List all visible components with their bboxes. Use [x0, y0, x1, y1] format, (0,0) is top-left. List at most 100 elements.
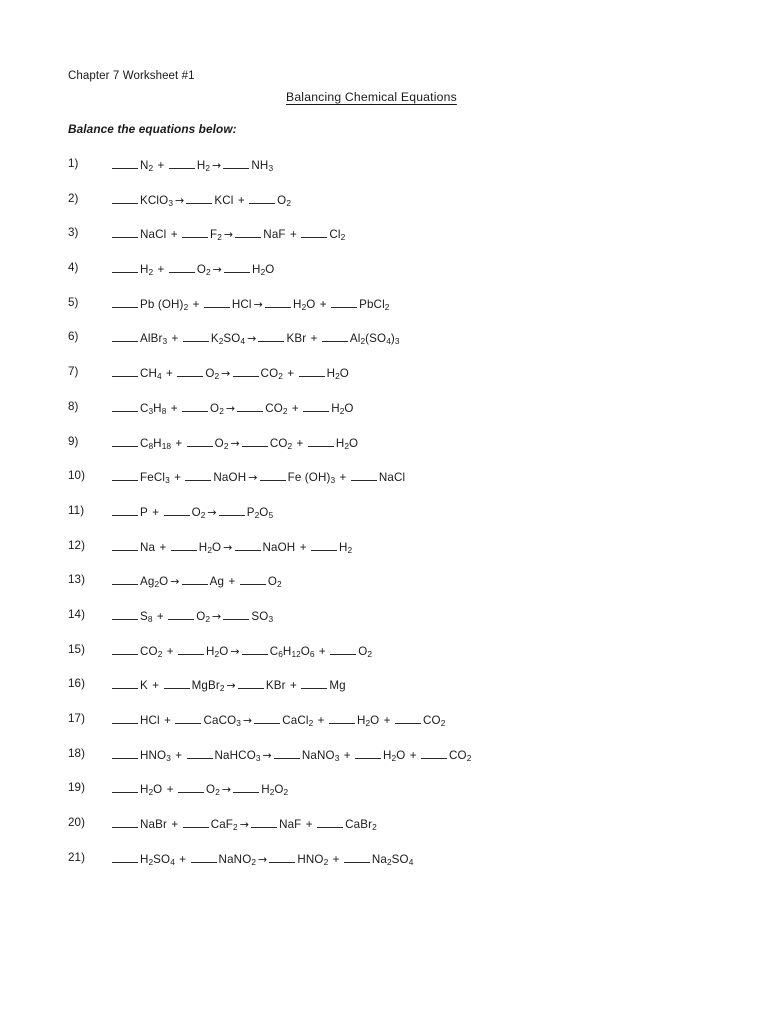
equation-number: 11): [68, 503, 85, 517]
coefficient-blank[interactable]: [112, 851, 138, 863]
coefficient-blank[interactable]: [112, 539, 138, 551]
coefficient-blank[interactable]: [181, 573, 208, 586]
coefficient-blank[interactable]: [223, 157, 250, 169]
formula-AlBr3: AlBr3: [140, 332, 168, 347]
coefficient-blank[interactable]: [112, 261, 138, 274]
coefficient-blank[interactable]: [237, 400, 264, 412]
coefficient-blank[interactable]: [182, 330, 209, 343]
coefficient-blank[interactable]: [168, 157, 195, 169]
coefficient-blank[interactable]: [251, 816, 278, 829]
plus-sign: +: [175, 852, 190, 866]
coefficient-blank[interactable]: [170, 539, 197, 551]
coefficient-blank[interactable]: [343, 851, 370, 863]
coefficient-blank[interactable]: [394, 712, 421, 724]
coefficient-blank[interactable]: [237, 677, 264, 690]
coefficient-blank[interactable]: [112, 781, 138, 794]
coefficient-blank[interactable]: [112, 608, 138, 620]
coefficient-blank[interactable]: [298, 365, 325, 378]
coefficient-blank[interactable]: [112, 712, 138, 724]
coefficient-blank[interactable]: [239, 573, 266, 586]
coefficient-blank[interactable]: [355, 747, 382, 759]
coefficient-blank[interactable]: [182, 816, 209, 829]
reaction-arrow-icon: →: [247, 332, 257, 346]
formula-NaBr: NaBr: [140, 818, 168, 832]
formula-HCl: HCl: [231, 297, 252, 311]
coefficient-blank[interactable]: [421, 747, 448, 759]
coefficient-blank[interactable]: [186, 747, 213, 759]
coefficient-blank[interactable]: [232, 365, 259, 378]
coefficient-blank[interactable]: [178, 781, 205, 794]
coefficient-blank[interactable]: [182, 226, 209, 239]
coefficient-blank[interactable]: [182, 400, 209, 412]
coefficient-blank[interactable]: [112, 816, 138, 829]
formula-NaCl: NaCl: [140, 228, 167, 242]
coefficient-blank[interactable]: [186, 435, 213, 447]
coefficient-blank[interactable]: [350, 469, 377, 482]
equation-number: 16): [68, 677, 86, 691]
coefficient-blank[interactable]: [224, 261, 251, 274]
coefficient-blank[interactable]: [241, 435, 268, 447]
plus-sign: +: [171, 436, 186, 450]
coefficient-blank[interactable]: [301, 226, 328, 239]
coefficient-blank[interactable]: [254, 712, 281, 724]
coefficient-blank[interactable]: [259, 469, 286, 482]
coefficient-blank[interactable]: [186, 192, 213, 204]
subscript: 2: [200, 509, 206, 520]
subscript: 2: [372, 822, 377, 833]
subscript: 4: [170, 856, 175, 867]
subscript: 2: [335, 371, 340, 382]
coefficient-blank[interactable]: [311, 539, 337, 551]
coefficient-blank[interactable]: [112, 296, 138, 308]
coefficient-blank[interactable]: [112, 435, 138, 447]
coefficient-blank[interactable]: [112, 643, 138, 655]
coefficient-blank[interactable]: [112, 504, 138, 516]
coefficient-blank[interactable]: [112, 469, 138, 482]
coefficient-blank[interactable]: [223, 608, 250, 620]
coefficient-blank[interactable]: [168, 261, 195, 274]
coefficient-blank[interactable]: [321, 330, 348, 343]
coefficient-blank[interactable]: [235, 226, 262, 239]
coefficient-blank[interactable]: [265, 296, 292, 308]
coefficient-blank[interactable]: [203, 296, 230, 308]
coefficient-blank[interactable]: [112, 573, 138, 586]
coefficient-blank[interactable]: [112, 365, 138, 378]
coefficient-blank[interactable]: [273, 747, 300, 759]
coefficient-blank[interactable]: [178, 643, 205, 655]
coefficient-blank[interactable]: [307, 435, 334, 447]
coefficient-blank[interactable]: [163, 504, 190, 516]
coefficient-blank[interactable]: [249, 192, 276, 204]
coefficient-blank[interactable]: [177, 365, 204, 378]
coefficient-blank[interactable]: [175, 712, 202, 724]
coefficient-blank[interactable]: [112, 192, 138, 204]
coefficient-blank[interactable]: [112, 677, 138, 690]
subscript: 2: [283, 787, 289, 798]
coefficient-blank[interactable]: [328, 712, 355, 724]
coefficient-blank[interactable]: [163, 677, 190, 690]
coefficient-blank[interactable]: [269, 851, 296, 863]
coefficient-blank[interactable]: [218, 504, 245, 516]
coefficient-blank[interactable]: [330, 643, 357, 655]
coefficient-blank[interactable]: [301, 677, 328, 690]
coefficient-blank[interactable]: [241, 643, 268, 655]
subscript: 4: [157, 371, 162, 382]
subscript: 2: [214, 648, 220, 659]
coefficient-blank[interactable]: [233, 781, 260, 794]
subscript: 2: [286, 197, 291, 208]
coefficient-blank[interactable]: [185, 469, 212, 482]
reaction-arrow-icon: →: [223, 540, 233, 554]
coefficient-blank[interactable]: [303, 400, 330, 412]
coefficient-blank[interactable]: [112, 330, 138, 343]
coefficient-blank[interactable]: [258, 330, 285, 343]
formula-H2O: H2O: [335, 436, 359, 451]
coefficient-blank[interactable]: [112, 400, 138, 412]
coefficient-blank[interactable]: [190, 851, 217, 863]
equation-body: Na + H2O → NaOH + H2: [112, 539, 352, 555]
coefficient-blank[interactable]: [234, 539, 261, 551]
coefficient-blank[interactable]: [331, 296, 358, 308]
coefficient-blank[interactable]: [168, 608, 195, 620]
coefficient-blank[interactable]: [112, 747, 138, 759]
coefficient-blank[interactable]: [317, 816, 344, 829]
formula-CaF2: CaF2: [210, 818, 238, 833]
coefficient-blank[interactable]: [112, 226, 138, 239]
coefficient-blank[interactable]: [112, 157, 138, 169]
